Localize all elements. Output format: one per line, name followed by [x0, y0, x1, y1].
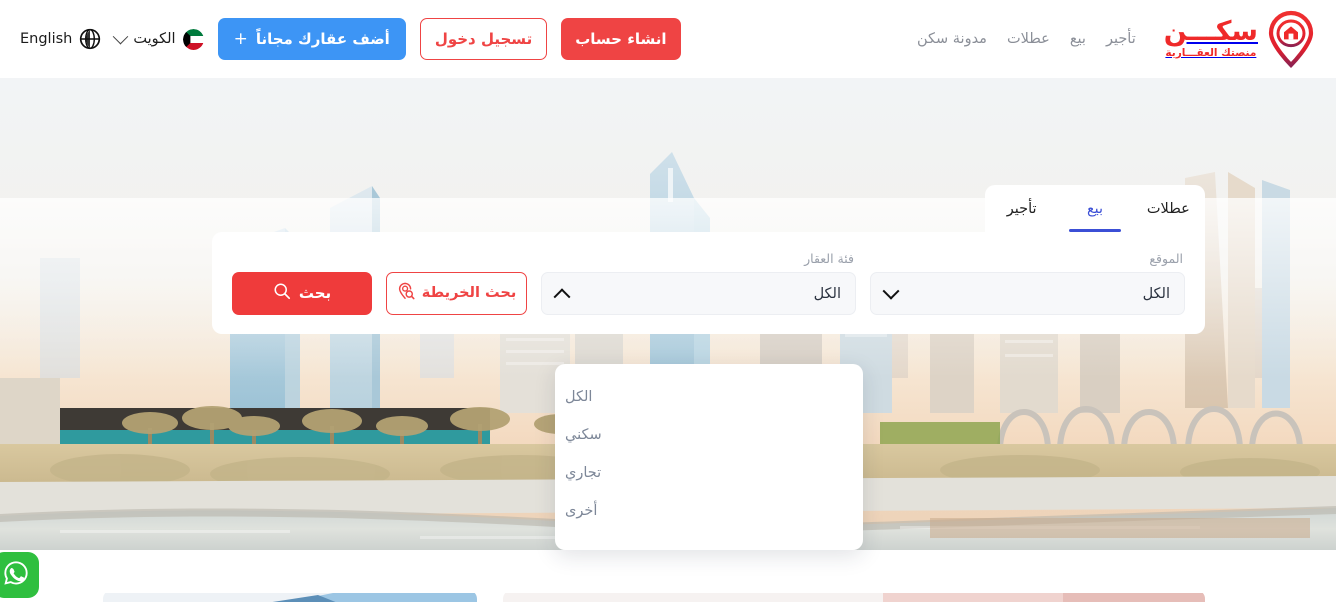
tab-rent[interactable]: تأجير [985, 185, 1058, 232]
add-property-label: أضف عقارك مجاناً [255, 30, 390, 48]
nav-item-rent[interactable]: تأجير [1106, 31, 1136, 47]
chevron-up-icon [553, 287, 571, 305]
whatsapp-icon [1, 558, 31, 592]
tab-sale[interactable]: بيع [1058, 185, 1131, 232]
search-panel: الموقع الكل فئة العقار الكل بحث الخريطة [212, 232, 1205, 334]
nav-item-blog[interactable]: مدونة سكن [917, 31, 987, 47]
logo-text: سكـــن منصتك العقـــارية [1164, 18, 1258, 61]
nav-item-holidays[interactable]: عطلات [1007, 31, 1050, 47]
language-selector[interactable]: English [20, 28, 101, 50]
search-button-label: بحث [298, 284, 332, 302]
add-property-button[interactable]: أضف عقارك مجاناً + [217, 18, 406, 60]
nav-item-sale[interactable]: بيع [1070, 31, 1086, 47]
category-option-all[interactable]: الكل [555, 378, 847, 416]
property-card-image [503, 593, 1205, 602]
signup-button[interactable]: انشاء حساب [561, 18, 681, 60]
search-icon [273, 282, 291, 304]
category-dropdown-menu: الكل سكني تجاري أخرى [555, 364, 863, 550]
chevron-down-icon [882, 282, 900, 300]
site-header: سكـــن منصتك العقـــارية تأجير بيع عطلات… [0, 0, 1336, 78]
logo-subtitle: منصتك العقـــارية [1165, 46, 1257, 59]
category-select[interactable]: الكل [541, 272, 856, 315]
category-option-other[interactable]: أخرى [555, 492, 847, 530]
map-pin-search-icon [397, 282, 415, 304]
category-label: فئة العقار [804, 251, 854, 266]
map-search-button[interactable]: بحث الخريطة [385, 271, 527, 315]
location-label: الموقع [1149, 251, 1183, 266]
logo-title: سكـــن [1163, 15, 1258, 47]
plus-icon: + [233, 29, 248, 49]
location-pin-house-icon [1264, 8, 1318, 70]
map-search-label: بحث الخريطة [421, 285, 517, 301]
main-nav: تأجير بيع عطلات مدونة سكن [917, 31, 1136, 47]
location-field: الموقع الكل [870, 251, 1185, 315]
content-section [0, 550, 1336, 602]
property-card[interactable] [503, 590, 1205, 602]
chevron-down-icon [113, 28, 129, 44]
country-label: الكويت [133, 31, 176, 47]
kuwait-flag-icon [182, 28, 204, 50]
language-label: English [20, 31, 73, 47]
header-actions: انشاء حساب تسجيل دخول أضف عقارك مجاناً +… [20, 18, 681, 60]
category-option-commercial[interactable]: تجاري [555, 454, 847, 492]
whatsapp-button[interactable] [0, 552, 39, 598]
login-button[interactable]: تسجيل دخول [419, 18, 548, 60]
country-selector[interactable]: الكويت [113, 28, 204, 50]
category-field: فئة العقار الكل [541, 251, 856, 315]
property-card-image [103, 593, 477, 602]
location-value: الكل [1142, 285, 1170, 302]
property-card[interactable] [103, 590, 477, 602]
category-option-residential[interactable]: سكني [555, 416, 847, 454]
globe-icon [79, 28, 101, 50]
search-tabs: تأجير بيع عطلات [985, 185, 1205, 232]
search-button[interactable]: بحث [232, 271, 372, 315]
tab-holidays[interactable]: عطلات [1132, 185, 1205, 232]
site-logo[interactable]: سكـــن منصتك العقـــارية [1164, 8, 1318, 70]
category-value: الكل [813, 285, 841, 302]
location-select[interactable]: الكل [870, 272, 1185, 315]
